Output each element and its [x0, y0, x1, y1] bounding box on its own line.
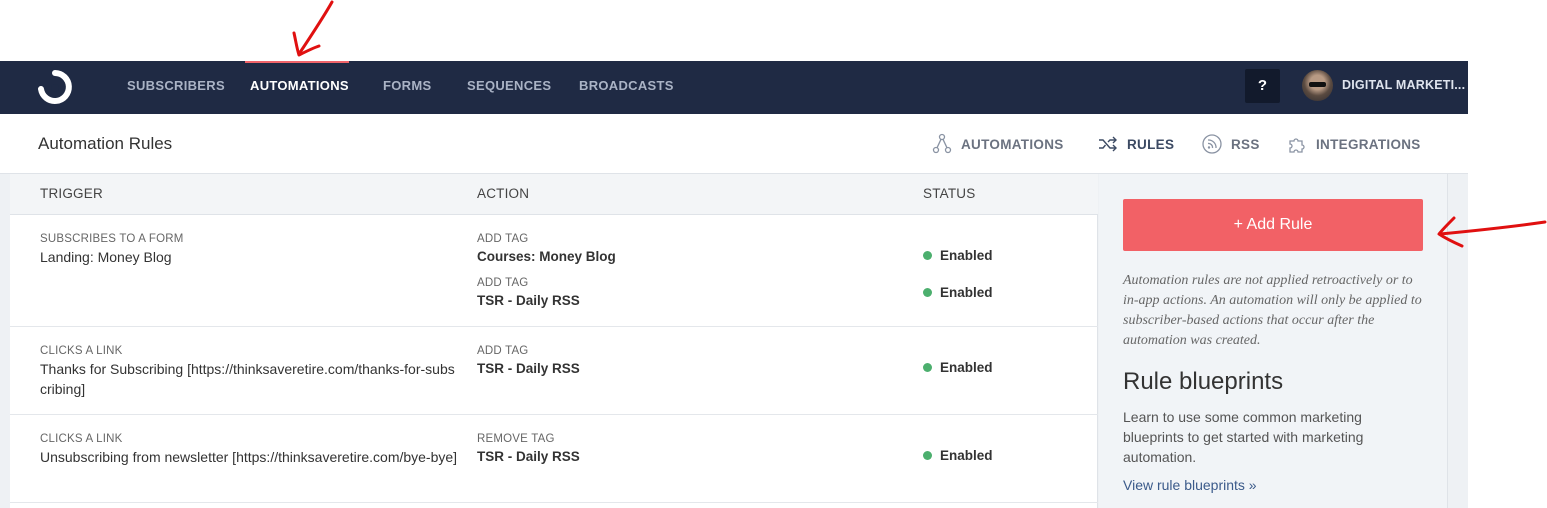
- status-badge[interactable]: Enabled: [923, 360, 993, 375]
- trigger-value: Unsubscribing from newsletter [https://t…: [40, 449, 458, 465]
- header-trigger: TRIGGER: [40, 186, 103, 201]
- account-menu[interactable]: DIGITAL MARKETI...: [1342, 61, 1465, 111]
- rules-sidebar: + Add Rule Automation rules are not appl…: [1099, 174, 1448, 508]
- view-blueprints-link[interactable]: View rule blueprints »: [1123, 477, 1257, 493]
- action-value: TSR - Daily RSS: [477, 361, 580, 376]
- header-action: ACTION: [477, 186, 530, 201]
- nav-sequences[interactable]: SEQUENCES: [467, 61, 551, 114]
- tab-rss-label: RSS: [1231, 136, 1260, 152]
- action-value: TSR - Daily RSS: [477, 293, 580, 308]
- retroactive-note: Automation rules are not applied retroac…: [1123, 273, 1422, 348]
- action-type: ADD TAG: [477, 233, 529, 245]
- status-badge[interactable]: Enabled: [923, 285, 993, 300]
- trigger-value: Landing: Money Blog: [40, 249, 172, 265]
- status-dot-icon: [923, 363, 932, 372]
- header-status: STATUS: [923, 186, 976, 201]
- status-label: Enabled: [940, 248, 993, 263]
- table-row[interactable]: CLICKS A LINK Unsubscribing from newslet…: [10, 415, 1098, 503]
- status-dot-icon: [923, 288, 932, 297]
- tab-rss[interactable]: RSS: [1202, 132, 1260, 156]
- tab-integrations[interactable]: INTEGRATIONS: [1287, 132, 1421, 156]
- table-row[interactable]: SUBSCRIBES TO A FORM Landing: Money Blog…: [10, 215, 1098, 327]
- status-badge[interactable]: Enabled: [923, 448, 993, 463]
- page-title: Automation Rules: [38, 134, 173, 153]
- rss-icon: [1202, 134, 1222, 154]
- avatar[interactable]: [1302, 70, 1333, 101]
- status-dot-icon: [923, 451, 932, 460]
- help-button[interactable]: ?: [1245, 69, 1280, 103]
- trigger-value: Thanks for Subscribing [https://thinksav…: [40, 361, 455, 397]
- table-row[interactable]: CLICKS A LINK Thanks for Subscribing [ht…: [10, 327, 1098, 415]
- table-header: TRIGGER ACTION STATUS: [10, 174, 1098, 215]
- status-label: Enabled: [940, 285, 993, 300]
- add-rule-button[interactable]: + Add Rule: [1123, 199, 1423, 251]
- sub-header: Automation Rules AUTOMATIONS RULES RSS I…: [0, 114, 1468, 174]
- nav-automations[interactable]: AUTOMATIONS: [250, 61, 349, 114]
- shuffle-icon: [1099, 136, 1117, 152]
- annotation-arrow-icon: [292, 0, 334, 57]
- tab-integrations-label: INTEGRATIONS: [1316, 136, 1421, 152]
- top-navbar: SUBSCRIBERS AUTOMATIONS FORMS SEQUENCES …: [0, 61, 1468, 114]
- trigger-type: SUBSCRIBES TO A FORM: [40, 233, 184, 245]
- puzzle-icon: [1289, 138, 1305, 153]
- blueprints-text: Learn to use some common marketing bluep…: [1123, 409, 1364, 465]
- nav-broadcasts[interactable]: BROADCASTS: [579, 61, 674, 114]
- nav-subscribers[interactable]: SUBSCRIBERS: [127, 61, 225, 114]
- status-badge[interactable]: Enabled: [923, 248, 993, 263]
- trigger-type: CLICKS A LINK: [40, 433, 123, 445]
- action-type: ADD TAG: [477, 277, 529, 289]
- status-label: Enabled: [940, 360, 993, 375]
- status-dot-icon: [923, 251, 932, 260]
- tab-automations[interactable]: AUTOMATIONS: [932, 132, 1064, 156]
- status-label: Enabled: [940, 448, 993, 463]
- convertkit-logo-icon[interactable]: [36, 69, 74, 105]
- action-type: REMOVE TAG: [477, 433, 555, 445]
- blueprints-title: Rule blueprints: [1123, 368, 1284, 395]
- automation-tree-icon: [932, 133, 952, 154]
- action-value: Courses: Money Blog: [477, 249, 616, 264]
- tab-rules[interactable]: RULES: [1098, 132, 1174, 156]
- tab-rules-label: RULES: [1127, 136, 1175, 152]
- action-value: TSR - Daily RSS: [477, 449, 580, 464]
- rules-table: TRIGGER ACTION STATUS SUBSCRIBES TO A FO…: [10, 174, 1098, 508]
- action-type: ADD TAG: [477, 345, 529, 357]
- nav-forms[interactable]: FORMS: [383, 61, 431, 114]
- tab-automations-label: AUTOMATIONS: [961, 136, 1064, 152]
- trigger-type: CLICKS A LINK: [40, 345, 123, 357]
